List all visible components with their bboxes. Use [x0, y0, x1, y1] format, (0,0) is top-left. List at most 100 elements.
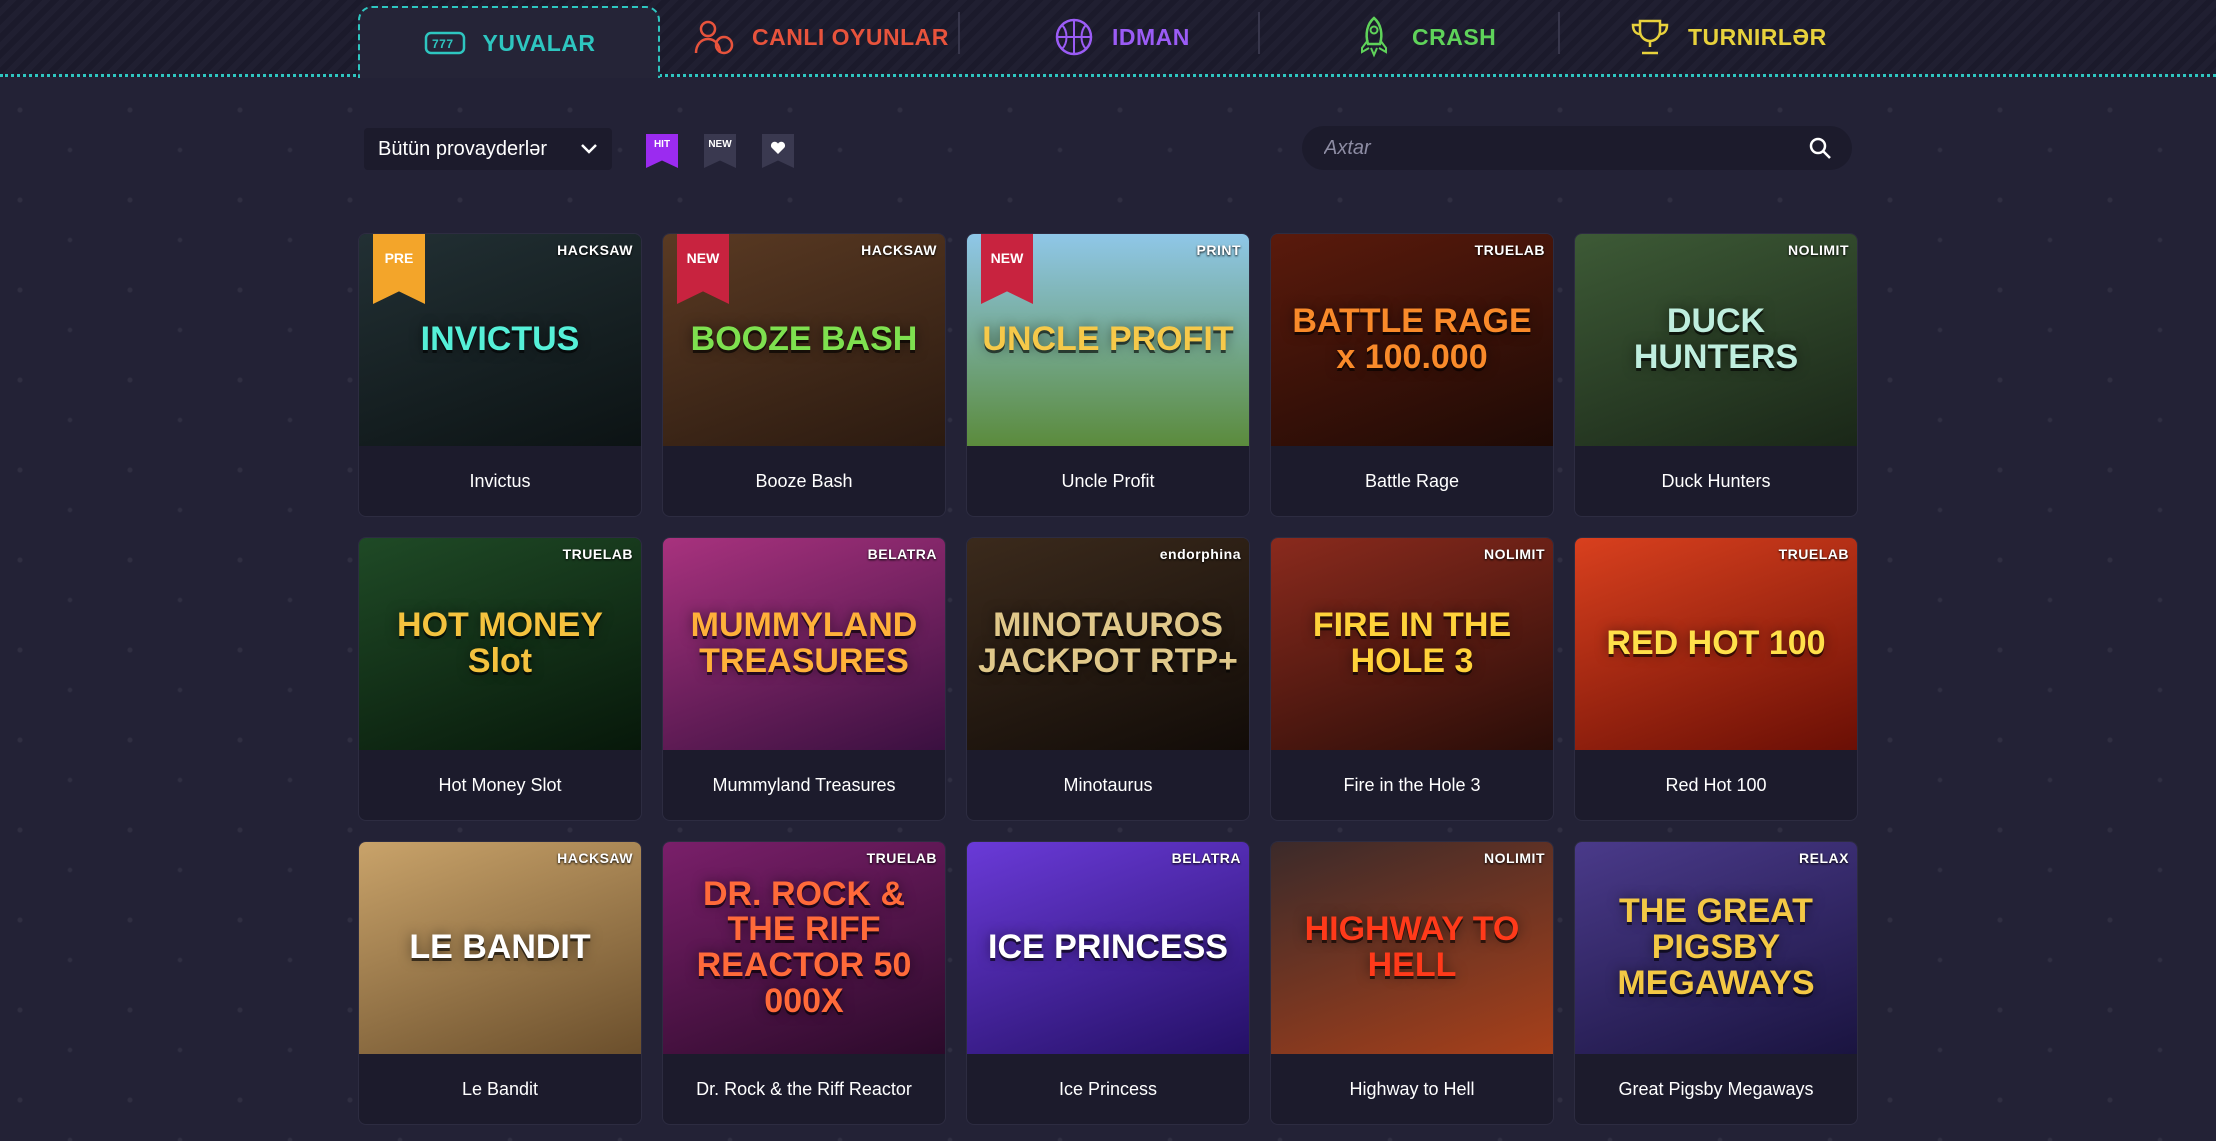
game-thumbnail[interactable]: NEW PRINT UNCLE PROFIT	[967, 234, 1249, 446]
game-art-title: THE GREAT PIGSBY MEGAWAYS	[1617, 892, 1815, 1002]
provider-select-label: Bütün provayderlər	[378, 137, 547, 160]
game-card[interactable]: NEW PRINT UNCLE PROFIT Uncle Profit	[966, 233, 1250, 517]
tab-live-games[interactable]: CANLI OYUNLAR	[692, 6, 949, 68]
rocket-icon	[1361, 16, 1387, 58]
chevron-down-icon	[581, 144, 597, 154]
search-bar	[1302, 126, 1852, 170]
game-thumbnail[interactable]: RELAX THE GREAT PIGSBY MEGAWAYS	[1575, 842, 1857, 1054]
game-art-title: FIRE IN THE HOLE 3	[1312, 606, 1512, 680]
tab-label: TURNIRLƏR	[1688, 23, 1827, 50]
game-thumbnail[interactable]: NEW HACKSAW BOOZE BASH	[663, 234, 945, 446]
game-thumbnail[interactable]: PRE HACKSAW INVICTUS	[359, 234, 641, 446]
game-card[interactable]: TRUELAB RED HOT 100 Red Hot 100	[1574, 537, 1858, 821]
basketball-icon	[1055, 18, 1093, 56]
nav-divider	[1558, 12, 1560, 54]
nav-divider	[1258, 12, 1260, 54]
new-filter-label: NEW	[708, 139, 732, 150]
game-title: Battle Rage	[1364, 470, 1460, 491]
game-thumbnail[interactable]: TRUELAB HOT MONEY Slot	[359, 538, 641, 750]
game-art-title: MINOTAUROS JACKPOT RTP+	[978, 606, 1238, 680]
game-art-title: INVICTUS	[420, 320, 580, 359]
provider-logo: NOLIMIT	[1787, 242, 1849, 258]
game-title: Minotaurus	[1063, 774, 1153, 795]
game-card[interactable]: HACKSAW LE BANDIT Le Bandit	[358, 841, 642, 1125]
game-thumbnail[interactable]: TRUELAB RED HOT 100	[1575, 538, 1857, 750]
game-thumbnail[interactable]: NOLIMIT DUCK HUNTERS	[1575, 234, 1857, 446]
game-card[interactable]: TRUELAB BATTLE RAGE x 100.000 Battle Rag…	[1270, 233, 1554, 517]
category-nav: 777 YUVALAR CANLI OYUNLAR IDMAN CRASH TU…	[0, 0, 2216, 78]
tab-tournaments[interactable]: TURNIRLƏR	[1628, 6, 1827, 68]
provider-logo: HACKSAW	[557, 850, 633, 866]
game-card[interactable]: NOLIMIT HIGHWAY TO HELL Highway to Hell	[1270, 841, 1554, 1125]
tab-label: YUVALAR	[482, 29, 596, 56]
game-card[interactable]: TRUELAB HOT MONEY Slot Hot Money Slot	[358, 537, 642, 821]
provider-logo: NOLIMIT	[1483, 546, 1545, 562]
tab-label: CRASH	[1412, 23, 1497, 50]
game-title: Great Pigsby Megaways	[1618, 1078, 1814, 1099]
game-art-title: RED HOT 100	[1606, 624, 1826, 663]
game-thumbnail[interactable]: HACKSAW LE BANDIT	[359, 842, 641, 1054]
game-title: Fire in the Hole 3	[1343, 774, 1481, 795]
game-art-title: DR. ROCK & THE RIFF REACTOR 50 000X	[696, 874, 912, 1020]
game-art-title: LE BANDIT	[409, 928, 591, 967]
game-card[interactable]: RELAX THE GREAT PIGSBY MEGAWAYS Great Pi…	[1574, 841, 1858, 1125]
trophy-icon	[1631, 19, 1669, 55]
game-thumbnail[interactable]: BELATRA ICE PRINCESS	[967, 842, 1249, 1054]
game-art-title: HIGHWAY TO HELL	[1304, 910, 1520, 984]
tab-sports[interactable]: IDMAN	[1052, 6, 1190, 68]
game-art-title: MUMMYLAND TREASURES	[690, 606, 918, 680]
tab-label: IDMAN	[1112, 23, 1190, 50]
provider-logo: TRUELAB	[1778, 546, 1849, 562]
game-card[interactable]: PRE HACKSAW INVICTUS Invictus	[358, 233, 642, 517]
game-title: Hot Money Slot	[438, 774, 562, 795]
game-card[interactable]: BELATRA ICE PRINCESS Ice Princess	[966, 841, 1250, 1125]
game-thumbnail[interactable]: TRUELAB DR. ROCK & THE RIFF REACTOR 50 0…	[663, 842, 945, 1054]
provider-logo: NOLIMIT	[1483, 850, 1545, 866]
game-title: Booze Bash	[755, 470, 853, 491]
game-title: Ice Princess	[1058, 1078, 1158, 1099]
nav-divider	[958, 12, 960, 54]
search-input[interactable]	[1322, 135, 1786, 161]
game-card[interactable]: NOLIMIT FIRE IN THE HOLE 3 Fire in the H…	[1270, 537, 1554, 821]
provider-logo: RELAX	[1799, 850, 1849, 866]
game-thumbnail[interactable]: NOLIMIT HIGHWAY TO HELL	[1271, 842, 1553, 1054]
provider-select[interactable]: Bütün provayderlər	[364, 128, 612, 170]
game-thumbnail[interactable]: BELATRA MUMMYLAND TREASURES	[663, 538, 945, 750]
provider-logo: BELATRA	[1171, 850, 1241, 866]
game-art-title: BATTLE RAGE x 100.000	[1292, 302, 1532, 376]
tab-crash[interactable]: CRASH	[1352, 6, 1496, 68]
game-art-title: ICE PRINCESS	[988, 928, 1228, 967]
game-card[interactable]: TRUELAB DR. ROCK & THE RIFF REACTOR 50 0…	[662, 841, 946, 1125]
provider-logo: TRUELAB	[1474, 242, 1545, 258]
provider-logo: TRUELAB	[866, 850, 937, 866]
game-card[interactable]: BELATRA MUMMYLAND TREASURES Mummyland Tr…	[662, 537, 946, 821]
game-card[interactable]: NEW HACKSAW BOOZE BASH Booze Bash	[662, 233, 946, 517]
game-art-title: BOOZE BASH	[690, 320, 918, 359]
game-title: Mummyland Treasures	[712, 774, 896, 795]
provider-logo: HACKSAW	[557, 242, 633, 258]
game-title: Le Bandit	[461, 1078, 539, 1099]
search-icon[interactable]	[1808, 136, 1832, 160]
game-art-title: DUCK HUNTERS	[1633, 302, 1799, 376]
heart-icon	[770, 141, 786, 154]
provider-logo: BELATRA	[867, 546, 937, 562]
slot-machine-icon: 777	[424, 31, 465, 55]
game-card[interactable]: NOLIMIT DUCK HUNTERS Duck Hunters	[1574, 233, 1858, 517]
provider-logo: endorphina	[1159, 546, 1241, 562]
tab-slots[interactable]: 777 YUVALAR	[358, 6, 660, 78]
game-thumbnail[interactable]: TRUELAB BATTLE RAGE x 100.000	[1271, 234, 1553, 446]
game-badge: NEW	[981, 234, 1033, 304]
game-badge: NEW	[677, 234, 729, 304]
game-title: Red Hot 100	[1665, 774, 1767, 795]
game-title: Uncle Profit	[1061, 470, 1155, 491]
game-thumbnail[interactable]: NOLIMIT FIRE IN THE HOLE 3	[1271, 538, 1553, 750]
live-dealer-icon	[694, 20, 734, 55]
game-art-title: HOT MONEY Slot	[397, 606, 603, 680]
svg-text:777: 777	[432, 37, 454, 51]
game-card[interactable]: endorphina MINOTAUROS JACKPOT RTP+ Minot…	[966, 537, 1250, 821]
tab-label: CANLI OYUNLAR	[752, 23, 949, 50]
game-title: Highway to Hell	[1349, 1078, 1475, 1099]
game-title: Dr. Rock & the Riff Reactor	[696, 1078, 912, 1099]
game-thumbnail[interactable]: endorphina MINOTAUROS JACKPOT RTP+	[967, 538, 1249, 750]
provider-logo: TRUELAB	[562, 546, 633, 562]
